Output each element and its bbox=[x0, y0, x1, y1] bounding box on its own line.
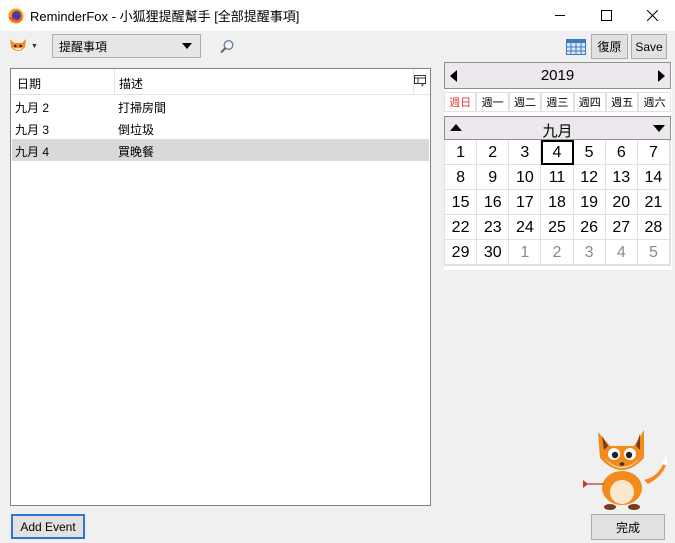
calendar-day-next-month[interactable]: 3 bbox=[573, 240, 606, 265]
title-bar: ReminderFox - 小狐狸提醒幫手 [全部提醒事項] bbox=[0, 0, 675, 31]
calendar-day[interactable]: 2 bbox=[477, 140, 510, 165]
calendar-day[interactable]: 17 bbox=[509, 190, 542, 215]
calendar-day-today[interactable]: 4 bbox=[541, 140, 574, 165]
close-icon bbox=[646, 10, 658, 21]
calendar-day[interactable]: 10 bbox=[509, 165, 542, 190]
restore-button[interactable]: 復原 bbox=[591, 34, 628, 59]
calendar-day[interactable]: 20 bbox=[605, 190, 638, 215]
column-divider bbox=[114, 69, 115, 95]
list-row[interactable]: 九月 3 倒垃圾 bbox=[12, 117, 429, 139]
done-button[interactable]: 完成 bbox=[591, 514, 665, 540]
calendar-day[interactable]: 13 bbox=[605, 165, 638, 190]
calendar-day[interactable]: 18 bbox=[541, 190, 574, 215]
list-row-selected[interactable]: 九月 4 買晚餐 bbox=[12, 139, 429, 161]
fox-icon bbox=[10, 39, 26, 51]
maximize-icon bbox=[600, 10, 612, 21]
calendar-day[interactable]: 7 bbox=[637, 140, 670, 165]
close-button[interactable] bbox=[629, 0, 675, 31]
calendar-day[interactable]: 9 bbox=[477, 165, 510, 190]
view-select-value: 提醒事項 bbox=[59, 39, 108, 54]
list-row[interactable]: 九月 2 打掃房間 bbox=[12, 95, 429, 117]
calendar-day[interactable]: 14 bbox=[637, 165, 670, 190]
column-header-description[interactable]: 描述 bbox=[119, 75, 143, 92]
month-bar: 九月 bbox=[444, 116, 671, 140]
row-date: 九月 2 bbox=[15, 101, 50, 115]
maximize-button[interactable] bbox=[583, 0, 629, 31]
row-date: 九月 4 bbox=[15, 145, 50, 159]
minimize-button[interactable] bbox=[537, 0, 583, 31]
chevron-down-icon bbox=[182, 43, 192, 49]
calendar-day[interactable]: 27 bbox=[605, 215, 638, 240]
minimize-icon bbox=[554, 15, 565, 16]
calendar-day-next-month[interactable]: 4 bbox=[605, 240, 638, 265]
calendar-day[interactable]: 26 bbox=[573, 215, 606, 240]
calendar-day[interactable]: 22 bbox=[445, 215, 478, 240]
calendar-day[interactable]: 3 bbox=[509, 140, 542, 165]
calendar-day[interactable]: 1 bbox=[445, 140, 478, 165]
row-description: 打掃房間 bbox=[118, 101, 167, 115]
year-bar: 2019 bbox=[444, 62, 671, 89]
weekday-header: 週日 週一 週二 週三 週四 週五 週六 bbox=[444, 92, 671, 112]
calendar-day[interactable]: 19 bbox=[573, 190, 606, 215]
calendar-day[interactable]: 12 bbox=[573, 165, 606, 190]
window-title: ReminderFox - 小狐狸提醒幫手 [全部提醒事項] bbox=[30, 9, 300, 24]
weekday-label: 週五 bbox=[605, 92, 639, 112]
calendar-day-next-month[interactable]: 2 bbox=[541, 240, 574, 265]
list-header: 日期 描述 bbox=[11, 69, 430, 95]
firefox-icon bbox=[8, 8, 24, 23]
calendar-day[interactable]: 6 bbox=[605, 140, 638, 165]
calendar-day[interactable]: 11 bbox=[541, 165, 574, 190]
calendar-day[interactable]: 29 bbox=[445, 240, 478, 265]
calendar-toggle-icon[interactable] bbox=[566, 39, 586, 55]
fox-mascot-illustration bbox=[583, 430, 668, 510]
month-label: 九月 bbox=[542, 123, 573, 140]
weekday-label: 週二 bbox=[508, 92, 542, 112]
calendar-day[interactable]: 25 bbox=[541, 215, 574, 240]
calendar-day[interactable]: 5 bbox=[573, 140, 606, 165]
calendar-day[interactable]: 24 bbox=[509, 215, 542, 240]
calendar-day-next-month[interactable]: 5 bbox=[637, 240, 670, 265]
calendar-day[interactable]: 28 bbox=[637, 215, 670, 240]
calendar-day[interactable]: 30 bbox=[477, 240, 510, 265]
fox-menu-button[interactable]: ▼ bbox=[8, 36, 44, 56]
add-event-button[interactable]: Add Event bbox=[11, 514, 85, 539]
calendar-day[interactable]: 8 bbox=[445, 165, 478, 190]
next-year-icon[interactable] bbox=[658, 70, 665, 82]
calendar-day[interactable]: 16 bbox=[477, 190, 510, 215]
chevron-down-icon: ▼ bbox=[31, 42, 38, 50]
save-button[interactable]: Save bbox=[631, 34, 667, 59]
weekday-label: 週六 bbox=[638, 92, 671, 112]
row-description: 倒垃圾 bbox=[118, 123, 155, 137]
list-rows: 九月 2 打掃房間 九月 3 倒垃圾 九月 4 買晚餐 bbox=[11, 95, 430, 161]
calendar-day[interactable]: 23 bbox=[477, 215, 510, 240]
reminder-list[interactable]: 日期 描述 九月 2 打掃房間 九月 3 倒垃圾 九月 4 買晚餐 bbox=[10, 68, 431, 506]
next-month-icon[interactable] bbox=[653, 125, 665, 132]
calendar-day-next-month[interactable]: 1 bbox=[509, 240, 542, 265]
column-header-date[interactable]: 日期 bbox=[17, 75, 41, 92]
weekday-label: 週四 bbox=[573, 92, 606, 112]
toolbar: ▼ 提醒事項 復原 Save bbox=[0, 31, 675, 61]
calendar-day[interactable]: 21 bbox=[637, 190, 670, 215]
search-icon[interactable] bbox=[218, 38, 236, 56]
row-date: 九月 3 bbox=[15, 123, 50, 137]
day-grid: 1 2 3 4 5 6 7 8 9 10 11 12 13 14 15 16 17 18 19 20 21 22 23 24 2… bbox=[444, 140, 671, 266]
column-picker-icon[interactable] bbox=[414, 75, 426, 87]
weekday-label: 週日 bbox=[444, 92, 477, 112]
year-label: 2019 bbox=[540, 67, 575, 84]
row-description: 買晚餐 bbox=[118, 145, 155, 159]
weekday-label: 週三 bbox=[541, 92, 574, 112]
weekday-label: 週一 bbox=[476, 92, 509, 112]
view-select[interactable]: 提醒事項 bbox=[52, 34, 201, 58]
calendar-day[interactable]: 15 bbox=[445, 190, 478, 215]
